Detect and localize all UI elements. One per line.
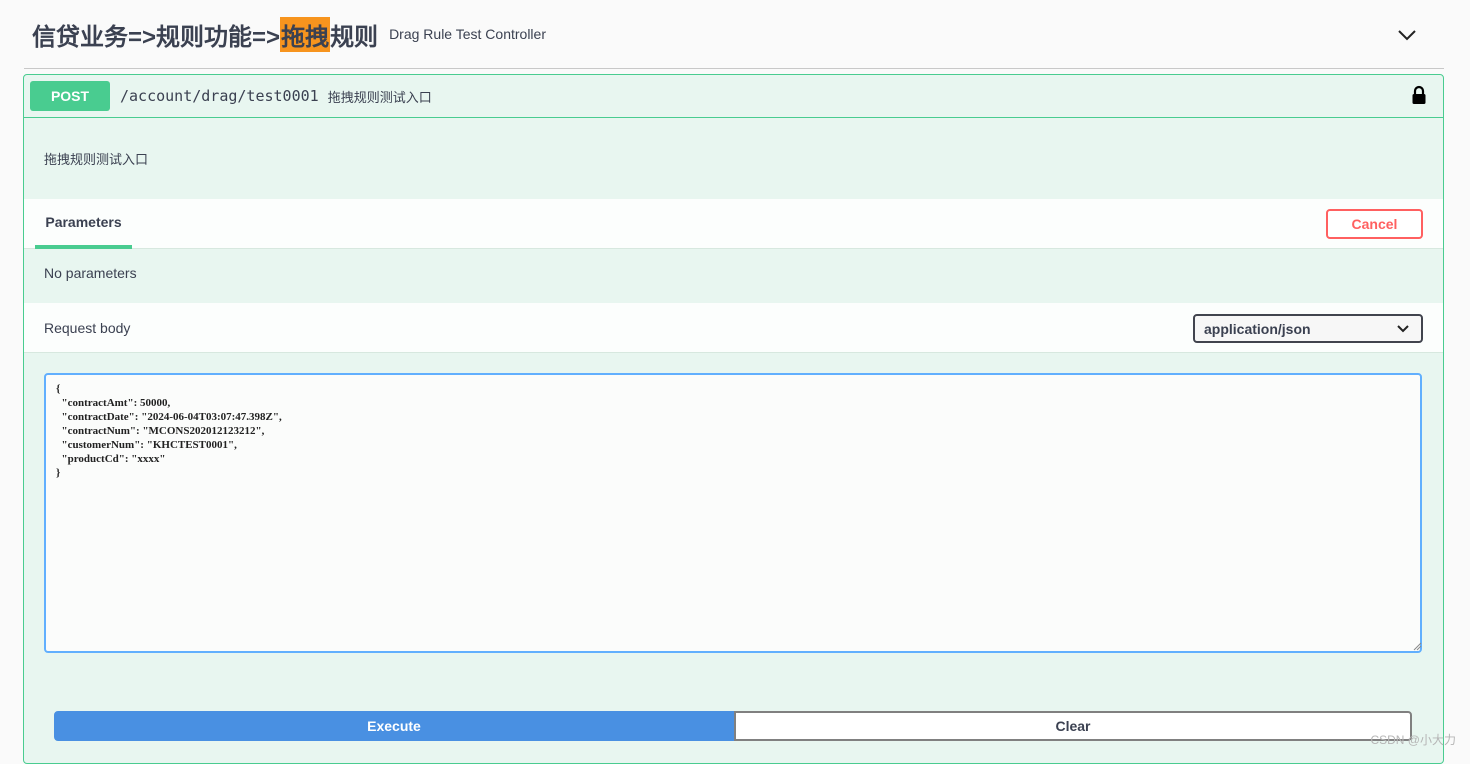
tag-title: 信贷业务=>规则功能=>拖拽规则 bbox=[32, 17, 378, 52]
clear-button[interactable]: Clear bbox=[734, 711, 1412, 741]
request-body-header: Request body application/json bbox=[24, 303, 1443, 353]
tag-section-header[interactable]: 信贷业务=>规则功能=>拖拽规则 Drag Rule Test Controll… bbox=[24, 0, 1444, 69]
operation-description: 拖拽规则测试入口 bbox=[44, 149, 148, 168]
request-body-editor[interactable]: { "contractAmt": 50000, "contractDate": … bbox=[44, 373, 1422, 653]
watermark: CSDN @小大力 bbox=[1370, 731, 1456, 748]
collapse-chevron-icon[interactable] bbox=[1394, 22, 1420, 48]
chevron-down-icon bbox=[1397, 325, 1409, 333]
tag-title-highlight: 拖拽 bbox=[280, 17, 330, 52]
operation-path: /account/drag/test0001 bbox=[120, 87, 319, 105]
operation-summary[interactable]: POST /account/drag/test0001 拖拽规则测试入口 bbox=[24, 75, 1443, 118]
action-buttons: Execute Clear bbox=[54, 711, 1412, 741]
execute-button[interactable]: Execute bbox=[54, 711, 734, 741]
request-body-label: Request body bbox=[44, 320, 130, 336]
tab-parameters[interactable]: Parameters bbox=[35, 199, 132, 249]
tag-title-suffix: 规则 bbox=[330, 17, 378, 52]
cancel-button[interactable]: Cancel bbox=[1326, 209, 1423, 239]
content-type-select[interactable]: application/json bbox=[1193, 314, 1423, 343]
no-parameters-text: No parameters bbox=[44, 265, 137, 281]
lock-icon[interactable] bbox=[1411, 85, 1427, 105]
operation-block: POST /account/drag/test0001 拖拽规则测试入口 拖拽规… bbox=[23, 74, 1444, 764]
resize-handle-icon[interactable] bbox=[1412, 641, 1422, 651]
tag-title-prefix: 信贷业务=>规则功能=> bbox=[32, 17, 280, 52]
parameters-header: Parameters Cancel bbox=[24, 199, 1443, 249]
content-type-value: application/json bbox=[1204, 321, 1311, 337]
method-badge: POST bbox=[30, 81, 110, 111]
tag-description: Drag Rule Test Controller bbox=[389, 26, 546, 42]
operation-summary-text: 拖拽规则测试入口 bbox=[328, 87, 432, 106]
